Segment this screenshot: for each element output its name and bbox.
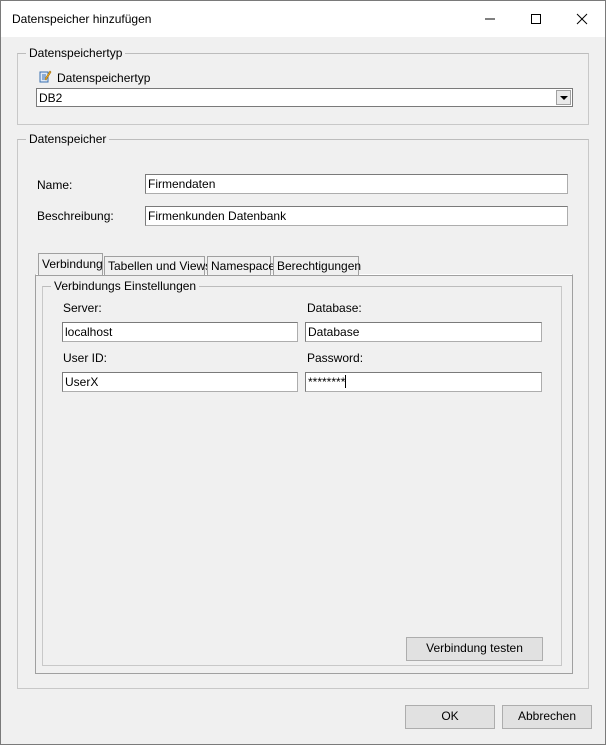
minimize-button[interactable]: [467, 1, 513, 37]
tab-berechtigungen[interactable]: Berechtigungen: [273, 256, 361, 275]
database-label: Database:: [307, 301, 362, 315]
type-field-label: Datenspeichertyp: [57, 71, 151, 85]
password-value: ********: [308, 375, 346, 389]
store-group-legend: Datenspeicher: [26, 132, 110, 146]
database-type-icon: [39, 70, 52, 83]
name-input[interactable]: Firmendaten: [145, 174, 568, 194]
type-combobox-dropdown-button[interactable]: [556, 90, 571, 105]
connection-settings-group: Verbindungs Einstellungen: [42, 279, 562, 666]
dialog-window: Datenspeicher hinzufügen Datenspeicherty…: [0, 0, 606, 745]
password-label: Password:: [307, 351, 364, 365]
text-caret: [345, 375, 347, 388]
title-bar: Datenspeicher hinzufügen: [1, 1, 605, 37]
type-group-legend: Datenspeichertyp: [26, 46, 126, 60]
close-button[interactable]: [559, 1, 605, 37]
close-icon: [576, 13, 588, 25]
minimize-icon: [485, 18, 495, 20]
description-label: Beschreibung:: [37, 209, 114, 223]
maximize-button[interactable]: [513, 1, 559, 37]
database-input[interactable]: Database: [305, 322, 542, 342]
userid-label: User ID:: [63, 351, 108, 365]
tab-namespace[interactable]: Namespace: [207, 256, 275, 275]
chevron-down-icon: [560, 96, 568, 100]
password-input[interactable]: ********: [305, 372, 542, 392]
server-input[interactable]: localhost: [62, 322, 298, 342]
cancel-button[interactable]: Abbrechen: [502, 705, 592, 729]
server-label: Server:: [63, 301, 102, 315]
description-input[interactable]: Firmenkunden Datenbank: [145, 206, 568, 226]
ok-button[interactable]: OK: [405, 705, 495, 729]
name-label: Name:: [37, 178, 73, 192]
maximize-icon: [531, 14, 541, 24]
tab-verbindung[interactable]: Verbindung: [38, 253, 103, 275]
userid-input[interactable]: UserX: [62, 372, 298, 392]
window-title: Datenspeicher hinzufügen: [12, 12, 152, 26]
type-combobox-value: DB2: [39, 91, 63, 105]
tab-tabellen-und-views[interactable]: Tabellen und Views: [104, 256, 211, 275]
type-combobox[interactable]: DB2: [36, 88, 573, 107]
test-connection-button[interactable]: Verbindung testen: [406, 637, 543, 661]
connection-settings-legend: Verbindungs Einstellungen: [51, 279, 200, 293]
